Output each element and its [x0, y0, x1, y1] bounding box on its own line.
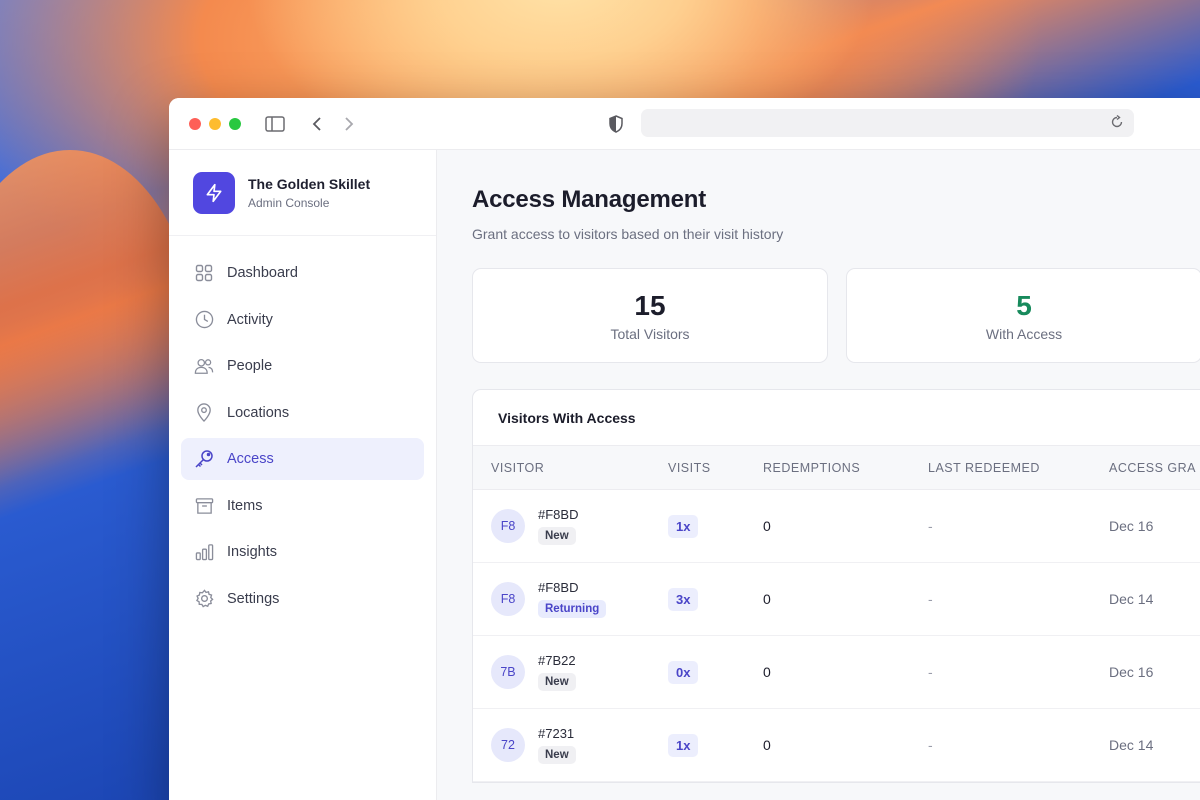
sidebar-toggle-icon[interactable]: [265, 114, 285, 134]
column-header-visits[interactable]: VISITS: [668, 461, 763, 475]
avatar: 7B: [491, 655, 525, 689]
sidebar-item-activity[interactable]: Activity: [181, 299, 424, 341]
sidebar: The Golden Skillet Admin Console Dashboa…: [169, 150, 437, 800]
grid-icon: [194, 263, 214, 283]
access-granted-date: Dec 16: [1109, 664, 1154, 680]
redemptions-count: 0: [763, 737, 771, 753]
visitor-id: #7231: [538, 726, 575, 741]
status-badge: New: [538, 527, 576, 545]
visitor-id: #F8BD: [538, 507, 579, 522]
last-redeemed: -: [928, 591, 933, 607]
close-window-button[interactable]: [189, 117, 201, 130]
visits-count: 3x: [668, 587, 699, 611]
sidebar-item-insights[interactable]: Insights: [181, 531, 424, 573]
table-row[interactable]: 7B #7B22 New 0x 0 - Dec 16: [473, 636, 1200, 709]
stat-label: Total Visitors: [610, 325, 690, 342]
brand-name: The Golden Skillet: [248, 175, 371, 192]
sidebar-item-settings[interactable]: Settings: [181, 578, 424, 620]
main-content: Access Management Grant access to visito…: [437, 150, 1200, 800]
browser-titlebar: [169, 98, 1200, 150]
visits-count: 1x: [668, 733, 699, 757]
last-redeemed: -: [928, 664, 933, 680]
sidebar-item-label: Locations: [227, 404, 290, 421]
redemptions-count: 0: [763, 591, 771, 607]
sidebar-item-access[interactable]: Access: [181, 438, 424, 480]
sidebar-item-label: Access: [227, 451, 274, 467]
key-icon: [194, 449, 214, 469]
table-row[interactable]: F8 #F8BD Returning 3x 0 - Dec 14: [473, 563, 1200, 636]
sidebar-item-label: Dashboard: [227, 265, 298, 281]
brand-subtitle: Admin Console: [248, 195, 330, 210]
column-header-last-redeemed[interactable]: LAST REDEEMED: [928, 461, 1109, 475]
gear-icon: [194, 589, 214, 609]
table-title: Visitors With Access: [473, 390, 1200, 446]
avatar: 72: [491, 728, 525, 762]
app-shell: The Golden Skillet Admin Console Dashboa…: [169, 150, 1200, 800]
table-row[interactable]: 72 #7231 New 1x 0 - Dec 14: [473, 709, 1200, 782]
visitors-table-card: Visitors With Access VISITOR VISITS REDE…: [472, 389, 1200, 783]
stat-value: 15: [634, 289, 666, 321]
page-title: Access Management: [472, 186, 707, 213]
brand-header: The Golden Skillet Admin Console: [169, 150, 436, 236]
stat-value: 5: [1016, 289, 1032, 321]
clock-icon: [194, 310, 214, 330]
status-badge: New: [538, 746, 576, 764]
page-subtitle: Grant access to visitors based on their …: [472, 226, 784, 242]
column-header-access-granted[interactable]: ACCESS GRA: [1109, 461, 1200, 475]
archive-box-icon: [194, 496, 214, 516]
back-arrow-icon[interactable]: [307, 114, 327, 134]
shield-icon[interactable]: [606, 114, 626, 134]
avatar: F8: [491, 509, 525, 543]
column-header-visitor[interactable]: VISITOR: [473, 461, 668, 475]
redemptions-count: 0: [763, 518, 771, 534]
stat-label: With Access: [985, 325, 1063, 342]
address-bar[interactable]: [641, 109, 1134, 137]
stat-card-total-visitors: 15 Total Visitors: [472, 268, 828, 363]
minimize-window-button[interactable]: [209, 117, 221, 130]
bar-chart-icon: [194, 542, 214, 562]
access-granted-date: Dec 16: [1109, 518, 1154, 534]
sidebar-item-people[interactable]: People: [181, 345, 424, 387]
table-row[interactable]: F8 #F8BD New 1x 0 - Dec 16: [473, 490, 1200, 563]
location-pin-icon: [194, 403, 214, 423]
zoom-window-button[interactable]: [229, 117, 241, 130]
avatar: F8: [491, 582, 525, 616]
visitor-id: #7B22: [538, 653, 576, 668]
browser-window: The Golden Skillet Admin Console Dashboa…: [169, 98, 1200, 800]
people-icon: [194, 356, 214, 376]
sidebar-item-label: Settings: [227, 590, 280, 607]
redemptions-count: 0: [763, 664, 771, 680]
reload-icon[interactable]: [1110, 114, 1124, 134]
stat-card-with-access: 5 With Access: [846, 268, 1200, 363]
last-redeemed: -: [928, 737, 933, 753]
table-header: VISITOR VISITS REDEMPTIONS LAST REDEEMED…: [473, 446, 1200, 490]
visits-count: 1x: [668, 514, 699, 538]
access-granted-date: Dec 14: [1109, 737, 1154, 753]
status-badge: New: [538, 673, 576, 691]
column-header-redemptions[interactable]: REDEMPTIONS: [763, 461, 928, 475]
visits-count: 0x: [668, 660, 699, 684]
visitor-id: #F8BD: [538, 580, 579, 595]
sidebar-item-label: People: [227, 358, 273, 374]
window-controls: [189, 117, 241, 130]
sidebar-item-items[interactable]: Items: [181, 485, 424, 527]
status-badge: Returning: [538, 600, 607, 618]
stats-row: 15 Total Visitors 5 With Access: [472, 268, 1200, 363]
sidebar-item-label: Activity: [227, 311, 273, 328]
sidebar-item-label: Items: [227, 497, 263, 514]
sidebar-item-locations[interactable]: Locations: [181, 392, 424, 434]
forward-arrow-icon[interactable]: [339, 114, 359, 134]
lightning-icon: [193, 171, 235, 214]
sidebar-item-dashboard[interactable]: Dashboard: [181, 252, 424, 294]
last-redeemed: -: [928, 518, 933, 534]
sidebar-nav: Dashboard Activity People Locations Acce…: [169, 236, 436, 620]
sidebar-item-label: Insights: [227, 544, 277, 560]
access-granted-date: Dec 14: [1109, 591, 1154, 607]
